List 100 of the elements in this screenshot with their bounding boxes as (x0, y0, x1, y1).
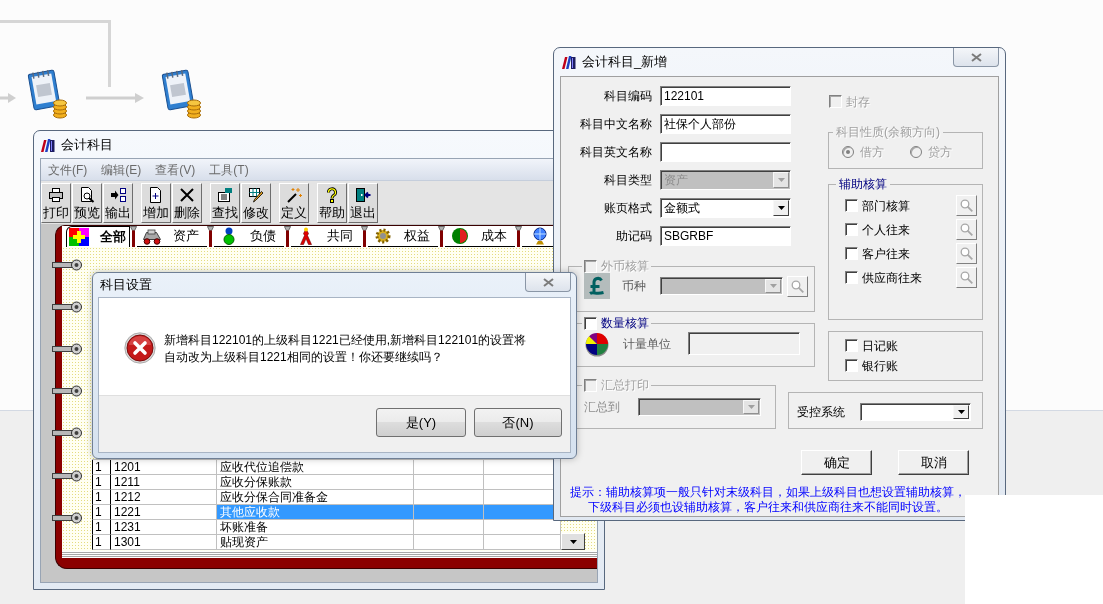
tab[interactable]: 负债 (214, 226, 284, 247)
checkbox[interactable] (845, 359, 858, 372)
tab[interactable] (522, 226, 556, 247)
search-icon (960, 247, 973, 260)
printer-icon (48, 186, 64, 203)
checkbox[interactable] (845, 223, 858, 236)
close-button[interactable] (953, 48, 999, 67)
watermelon-icon (450, 227, 470, 245)
search-icon (791, 279, 804, 293)
dialog-button[interactable]: 是(Y) (376, 408, 466, 437)
field-label: 汇总到 (584, 400, 621, 414)
binder-ring-icon (52, 385, 82, 397)
checkbox[interactable] (845, 339, 858, 352)
tab[interactable]: 权益 (368, 226, 438, 247)
checkbox[interactable] (845, 271, 858, 284)
checkbox[interactable] (845, 199, 858, 212)
text-field[interactable] (660, 142, 791, 162)
menu-item[interactable]: 编辑(E) (94, 162, 149, 177)
field-label: 账页格式 (603, 201, 652, 215)
field-label: 计量单位 (623, 336, 672, 351)
toolbar-button[interactable]: 打印 (41, 182, 71, 223)
checkbox[interactable] (584, 316, 597, 330)
toolbar-button[interactable]: 预览 (72, 182, 102, 223)
document-search-icon (79, 186, 95, 203)
table-cell (414, 490, 484, 505)
checkbox-label: 部门核算 (862, 198, 910, 213)
table-cell: 应收代位追偿款 (217, 460, 414, 475)
gear-icon (373, 227, 393, 245)
checkbox[interactable] (845, 247, 858, 260)
binder-ring-icon (52, 259, 82, 271)
search-button[interactable] (956, 195, 977, 216)
binder-ring-icon (52, 301, 82, 313)
dropdown[interactable]: 金额式 (660, 198, 791, 218)
search-icon (960, 223, 973, 236)
toolbar-button[interactable]: 退出 (348, 182, 378, 223)
table-cell (414, 505, 484, 520)
window-title: 会计科目 (61, 137, 113, 152)
field-label: 科目英文名称 (579, 145, 652, 159)
grid-pencil-icon (248, 186, 264, 203)
menu-item[interactable]: 文件(F) (41, 162, 95, 177)
dialog-button[interactable]: 取消 (898, 450, 969, 475)
table-cell: 1301 (111, 535, 217, 550)
search-button[interactable] (956, 267, 977, 288)
search-button[interactable] (787, 275, 808, 297)
checkbox-label: 供应商往来 (862, 270, 922, 285)
group-title: 科目性质(余额方向) (835, 125, 941, 139)
magic-wand-icon (286, 186, 302, 203)
close-button[interactable] (525, 273, 571, 292)
checkbox-label: 数量核算 (601, 316, 649, 330)
text-field[interactable]: 社保个人部份 (660, 114, 791, 134)
search-button[interactable] (956, 219, 977, 240)
dialog-button[interactable]: 否(N) (474, 408, 562, 437)
table-cell: 1 (92, 520, 111, 535)
text-field[interactable]: SBGRBF (660, 226, 791, 246)
car-icon (142, 227, 162, 245)
connector-arrow (0, 92, 16, 104)
table-cell: 应收分保合同准备金 (217, 490, 414, 505)
toolbar-button[interactable]: 定义 (279, 182, 309, 223)
toolbar-button[interactable]: 输出 (103, 182, 133, 223)
toolbar-button[interactable]: 修改 (241, 182, 271, 223)
caret-icon (957, 410, 965, 414)
toolbar-button[interactable]: 帮助 (317, 182, 347, 223)
tab[interactable]: 全部 (66, 226, 130, 247)
table-cell: 1201 (111, 460, 217, 475)
table-cell: 1 (92, 505, 111, 520)
document-plus-icon (148, 186, 164, 203)
table-cell: 坏账准备 (217, 520, 414, 535)
table-cell: 1 (92, 490, 111, 505)
door-arrow-icon (355, 186, 371, 203)
text-field[interactable] (688, 332, 800, 355)
table-cell (414, 475, 484, 490)
question-mark-icon (324, 186, 340, 203)
tab[interactable]: 资产 (137, 226, 207, 247)
hint-text: 提示：辅助核算项一般只针对末级科目，如果上级科目也想设置辅助核算， 下级科目必须也设辅助核算，客户往来和供应商往来不能同时设置。 (570, 485, 966, 515)
text-field[interactable]: 122101 (660, 86, 791, 106)
toolbar-button[interactable]: 查找 (210, 182, 240, 223)
window-title: 会计科目_新增 (582, 55, 668, 69)
group-title: 辅助核算 (838, 177, 888, 191)
table-cell: 其他应收款 (217, 505, 414, 520)
toolbar-button[interactable]: 删除 (172, 182, 202, 223)
tab[interactable]: 成本 (445, 226, 515, 247)
search-icon (960, 199, 973, 212)
menu-item[interactable]: 查看(V) (148, 162, 203, 177)
search-button[interactable] (956, 243, 977, 264)
books-icon (561, 54, 577, 70)
checkbox-label: 汇总打印 (601, 378, 649, 392)
error-icon (124, 332, 156, 364)
checkbox-label: 客户往来 (862, 246, 910, 261)
pie-chart-icon (584, 330, 610, 357)
tab[interactable]: 共同 (291, 226, 361, 247)
dialog-button[interactable]: 确定 (801, 450, 872, 475)
toolbar-button[interactable]: 增加 (141, 182, 171, 223)
dropdown[interactable] (860, 403, 971, 421)
scroll-down-button[interactable] (561, 533, 585, 550)
menu-item[interactable]: 工具(T) (202, 162, 256, 177)
checkbox-label: 个人往来 (862, 222, 910, 237)
table-cell: 1 (92, 475, 111, 490)
dropdown-button[interactable] (953, 405, 969, 419)
binder-ring-icon (52, 427, 82, 439)
dropdown-button[interactable] (773, 200, 789, 216)
